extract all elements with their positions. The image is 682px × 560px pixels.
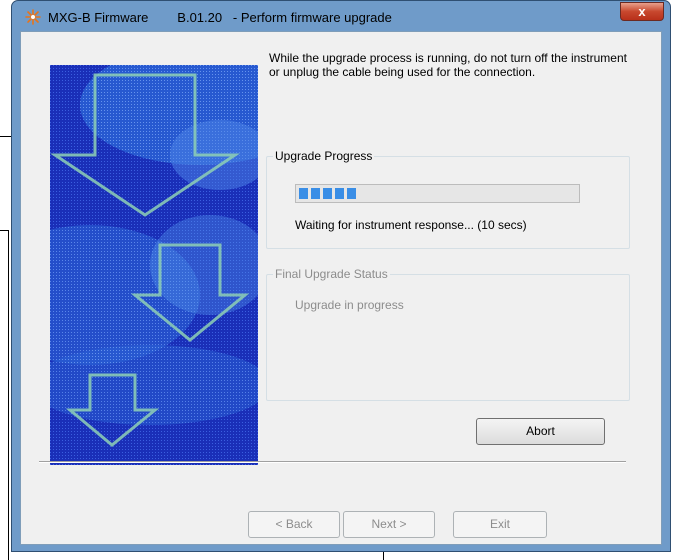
annotation-line-left-vertical [8,230,9,560]
final-status-group: Final Upgrade Status Upgrade in progress [266,267,630,401]
upgrade-progress-title: Upgrade Progress [273,149,375,163]
abort-button-label: Abort [526,424,555,438]
next-button[interactable]: Next > [343,511,435,538]
progress-segment [323,188,332,199]
window-title: MXG-B Firmware B.01.20 - Perform firmwar… [48,10,392,25]
footer-separator [39,461,626,463]
title-bar[interactable]: MXG-B Firmware B.01.20 - Perform firmwar… [12,1,670,31]
progress-segment [335,188,344,199]
exit-button[interactable]: Exit [453,511,547,538]
firmware-banner-image [50,65,258,465]
upgrade-progress-group: Upgrade Progress Waiting for instrument … [266,149,630,249]
progress-segment [299,188,308,199]
abort-button[interactable]: Abort [476,418,605,445]
back-button[interactable]: < Back [248,511,340,538]
final-status-title: Final Upgrade Status [273,267,390,281]
agilent-spark-icon [25,9,41,25]
progress-segment [311,188,320,199]
progress-segment [347,188,356,199]
annotation-line-left-top [0,136,11,137]
close-icon: x [638,4,646,19]
upgrade-progress-bar [295,184,580,203]
firmware-window: MXG-B Firmware B.01.20 - Perform firmwar… [11,0,671,552]
next-button-label: Next > [371,517,407,531]
final-status-text: Upgrade in progress [295,298,404,312]
warning-message: While the upgrade process is running, do… [269,51,627,79]
back-button-label: < Back [275,517,313,531]
exit-button-label: Exit [489,517,510,531]
upgrade-status-text: Waiting for instrument response... (10 s… [295,218,527,232]
close-button[interactable]: x [620,2,664,21]
